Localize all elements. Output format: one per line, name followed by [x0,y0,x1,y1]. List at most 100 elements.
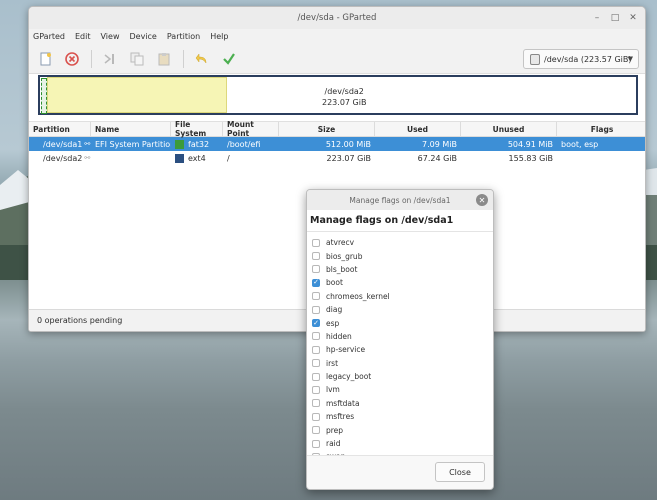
col-file-system[interactable]: File System [171,120,223,138]
disk-map-partition-size: 223.07 GiB [322,98,367,107]
flag-checkbox[interactable] [312,399,320,408]
dialog-footer: Close [307,455,493,489]
flag-item-hidden[interactable]: hidden [307,330,493,343]
cell-used: 67.24 GiB [417,153,457,163]
cell-used: 7.09 MiB [422,139,457,149]
key-icon: ⚯ [84,140,91,148]
cell-partition: /dev/sda1 ⚯ [29,140,91,149]
cell-unused: 504.91 MiB [507,139,553,149]
flag-item-lvm[interactable]: lvm [307,383,493,396]
flag-item-bios_grub[interactable]: bios_grub [307,249,493,262]
toolbar-separator [183,49,184,68]
cell-partition: /dev/sda2 ⚯ [29,154,91,163]
flag-checkbox[interactable] [312,292,320,301]
col-flags[interactable]: Flags [557,122,645,136]
flag-item-msftres[interactable]: msftres [307,410,493,423]
title-bar: /dev/sda - GParted – □ ✕ [29,7,645,29]
flag-checkbox[interactable] [312,359,320,368]
close-icon[interactable]: ✕ [476,194,488,206]
flag-item-esp[interactable]: ✓ esp [307,316,493,329]
flag-checkbox[interactable] [312,305,320,314]
menu-gparted[interactable]: GParted [33,32,65,41]
flag-list: atvrecv bios_grub bls_boot ✓ boot chromeos_ke… [307,232,493,464]
cell-file-system: fat32 [171,139,223,149]
flag-checkbox[interactable] [312,332,320,341]
undo-icon[interactable] [192,49,212,69]
new-icon[interactable] [35,49,55,69]
flag-checkbox[interactable] [312,372,320,381]
disk-map-sda2[interactable]: /dev/sda2 223.07 GiB [47,77,636,113]
window-title: /dev/sda - GParted [297,13,377,23]
menu-help[interactable]: Help [210,32,228,41]
menu-partition[interactable]: Partition [167,32,200,41]
flag-checkbox[interactable] [312,439,320,448]
delete-icon[interactable] [62,49,82,69]
toolbar-separator [91,49,92,68]
menu-bar: GParted Edit View Device Partition Help [29,29,645,44]
flag-checkbox[interactable] [312,426,320,435]
col-name[interactable]: Name [91,122,171,136]
flag-checkbox[interactable] [312,385,320,394]
table-row[interactable]: /dev/sda1 ⚯ EFI System Partition fat32 /… [29,137,645,151]
flag-checkbox[interactable] [312,265,320,274]
flag-label: irst [326,358,339,368]
partition-name: /dev/sda1 [43,139,83,149]
flag-item-bls_boot[interactable]: bls_boot [307,263,493,276]
flag-checkbox[interactable] [312,238,320,247]
col-partition[interactable]: Partition [29,122,91,136]
flag-label: lvm [326,385,340,395]
col-size[interactable]: Size [279,122,375,136]
flag-checkbox[interactable]: ✓ [312,319,320,328]
flag-item-atvrecv[interactable]: atvrecv [307,236,493,249]
resize-icon[interactable] [100,49,120,69]
device-selector[interactable]: /dev/sda (223.57 GiB) ▼ [523,49,639,69]
flag-item-boot[interactable]: ✓ boot [307,276,493,289]
flag-checkbox[interactable] [312,345,320,354]
close-icon[interactable]: ✕ [627,12,639,24]
paste-icon[interactable] [154,49,174,69]
flag-checkbox[interactable] [312,252,320,261]
fs-label: ext4 [188,153,206,163]
toolbar: /dev/sda (223.57 GiB) ▼ [29,44,645,74]
flag-label: prep [326,425,344,435]
cell-file-system: ext4 [171,153,223,163]
flag-label: msftres [326,412,355,422]
disk-map-used-space [47,77,227,113]
flag-item-diag[interactable]: diag [307,303,493,316]
flag-label: atvrecv [326,238,355,248]
col-unused[interactable]: Unused [461,122,557,136]
col-mount-point[interactable]: Mount Point [223,120,279,138]
partition-name: /dev/sda2 [43,153,83,163]
flag-label: bls_boot [326,264,358,274]
apply-icon[interactable] [219,49,239,69]
minimize-icon[interactable]: – [591,12,603,24]
flag-item-legacy_boot[interactable]: legacy_boot [307,370,493,383]
copy-icon[interactable] [127,49,147,69]
flag-checkbox[interactable] [312,412,320,421]
flag-item-raid[interactable]: raid [307,437,493,450]
cell-name: EFI System Partition [95,139,171,149]
menu-view[interactable]: View [101,32,120,41]
flag-label: chromeos_kernel [326,291,390,301]
col-used[interactable]: Used [375,122,461,136]
device-selector-label: /dev/sda (223.57 GiB) [544,54,632,64]
fs-label: fat32 [188,139,210,149]
flag-item-chromeos_kernel[interactable]: chromeos_kernel [307,290,493,303]
cell-unused: 155.83 GiB [508,153,553,163]
key-icon: ⚯ [84,154,91,162]
menu-edit[interactable]: Edit [75,32,91,41]
table-row[interactable]: /dev/sda2 ⚯ ext4 / 223.07 GiB 67.24 GiB … [29,151,645,165]
menu-device[interactable]: Device [129,32,156,41]
flag-item-prep[interactable]: prep [307,423,493,436]
flag-label: boot [326,278,343,288]
flag-item-msftdata[interactable]: msftdata [307,397,493,410]
close-button[interactable]: Close [435,462,485,482]
table-header: Partition Name File System Mount Point S… [29,120,645,138]
flag-item-hp-service[interactable]: hp-service [307,343,493,356]
maximize-icon[interactable]: □ [609,12,621,24]
disk-map-label: /dev/sda2 223.07 GiB [322,86,366,108]
flag-item-irst[interactable]: irst [307,357,493,370]
chevron-down-icon: ▼ [627,55,633,63]
flag-checkbox[interactable]: ✓ [312,278,320,287]
cell-flags: boot, esp [561,139,599,149]
